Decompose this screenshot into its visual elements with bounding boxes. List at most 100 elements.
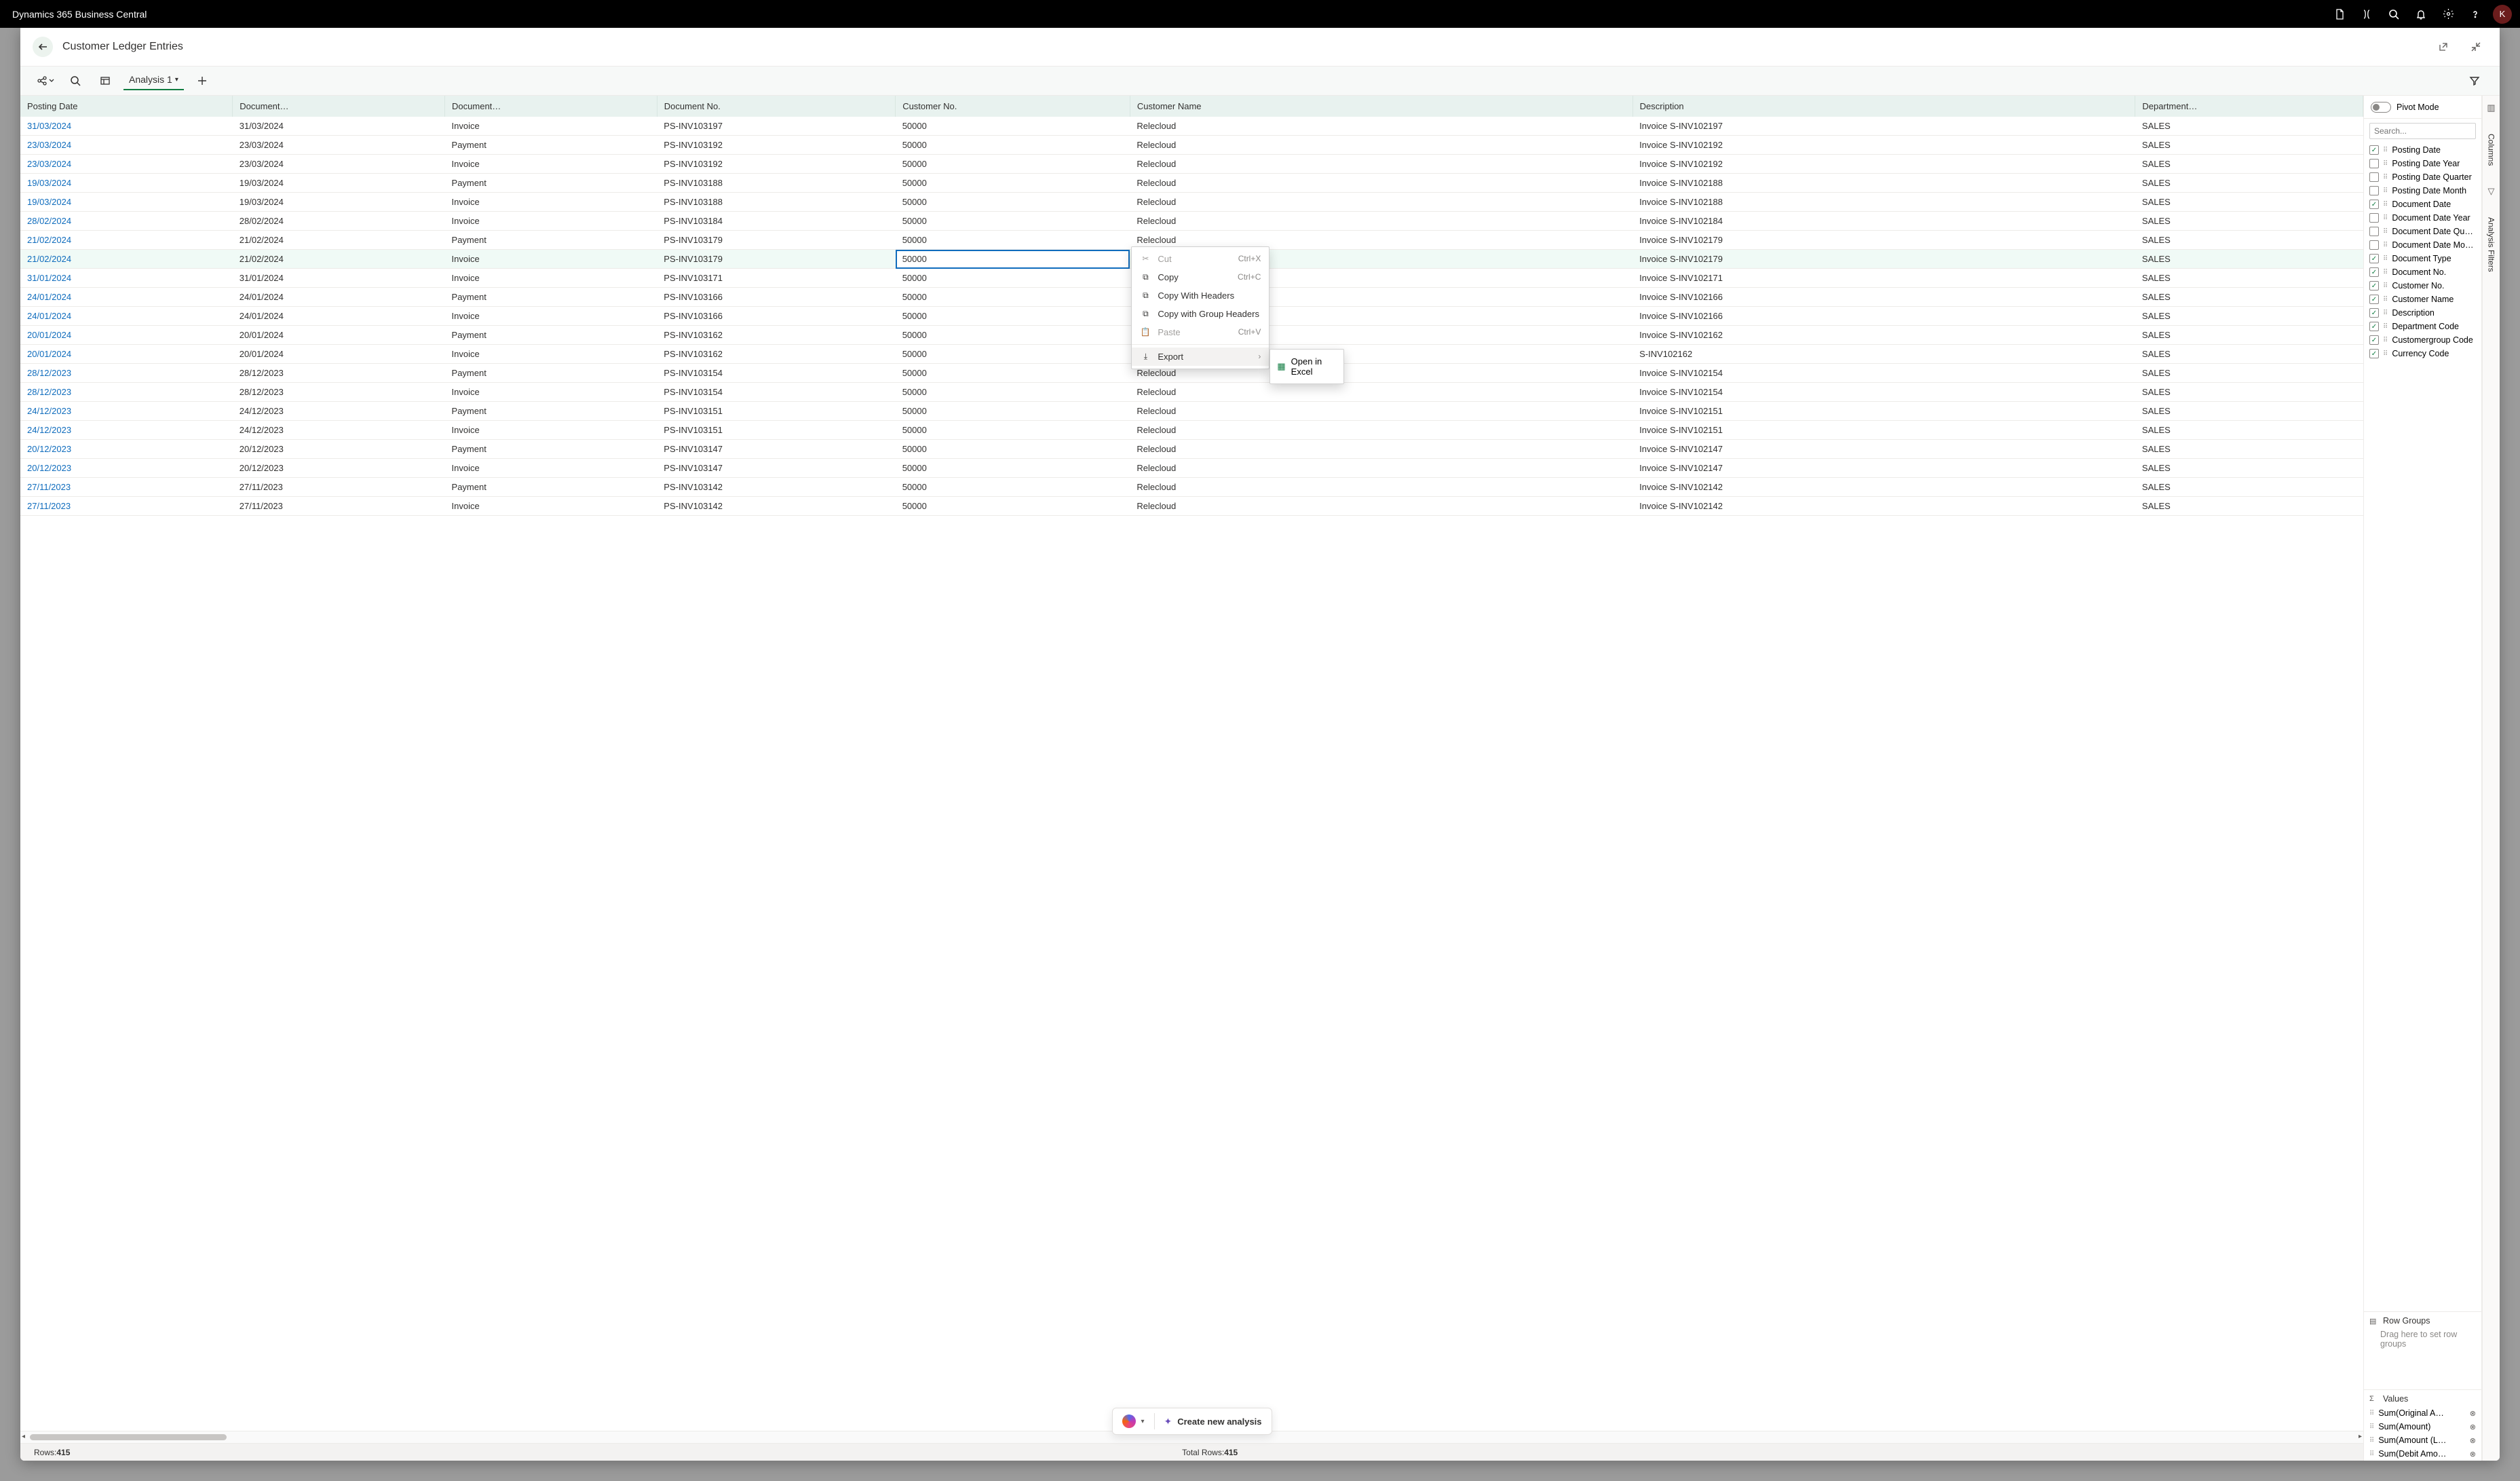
field-item[interactable]: ⠿ Posting Date: [2368, 143, 2477, 157]
cell[interactable]: Invoice S-INV102147: [1633, 459, 2135, 478]
cell[interactable]: Invoice S-INV102151: [1633, 402, 2135, 421]
remove-icon[interactable]: ⊗: [2470, 1423, 2476, 1431]
share-icon[interactable]: [34, 69, 57, 92]
cell[interactable]: SALES: [2135, 212, 2363, 231]
cell[interactable]: Payment: [445, 402, 657, 421]
ctx-copy-with-headers[interactable]: ⧉ Copy With Headers: [1132, 286, 1269, 305]
copilot-button[interactable]: ▾: [1112, 1408, 1153, 1434]
cell[interactable]: PS-INV103142: [657, 497, 895, 516]
column-header[interactable]: Customer No.: [896, 96, 1130, 117]
field-checkbox[interactable]: [2369, 254, 2379, 263]
cell[interactable]: Invoice: [445, 155, 657, 174]
doc-icon[interactable]: [2326, 1, 2353, 28]
cell[interactable]: Invoice S-INV102184: [1633, 212, 2135, 231]
field-item[interactable]: ⠿ Document No.: [2368, 265, 2477, 279]
table-row[interactable]: 24/12/202324/12/2023InvoicePS-INV1031515…: [20, 421, 2363, 440]
cell[interactable]: PS-INV103171: [657, 269, 895, 288]
cell[interactable]: 50000: [896, 497, 1130, 516]
cell[interactable]: Invoice S-INV102166: [1633, 307, 2135, 326]
cell[interactable]: PS-INV103154: [657, 383, 895, 402]
cell[interactable]: 24/12/2023: [233, 402, 445, 421]
cell[interactable]: Invoice: [445, 345, 657, 364]
cell[interactable]: Payment: [445, 288, 657, 307]
cell[interactable]: 23/03/2024: [20, 136, 233, 155]
field-item[interactable]: ⠿ Customergroup Code: [2368, 333, 2477, 347]
table-row[interactable]: 27/11/202327/11/2023PaymentPS-INV1031425…: [20, 478, 2363, 497]
cell[interactable]: SALES: [2135, 478, 2363, 497]
table-row[interactable]: 28/12/202328/12/2023InvoicePS-INV1031545…: [20, 383, 2363, 402]
create-new-analysis-button[interactable]: ✦ Create new analysis: [1155, 1408, 1272, 1434]
field-item[interactable]: ⠿ Posting Date Year: [2368, 157, 2477, 170]
cell[interactable]: 28/02/2024: [233, 212, 445, 231]
field-checkbox[interactable]: [2369, 145, 2379, 155]
cell[interactable]: SALES: [2135, 345, 2363, 364]
field-item[interactable]: ⠿ Department Code: [2368, 320, 2477, 333]
cell[interactable]: Invoice: [445, 117, 657, 136]
cell[interactable]: Payment: [445, 174, 657, 193]
field-checkbox[interactable]: [2369, 227, 2379, 236]
cell[interactable]: Invoice S-INV102154: [1633, 364, 2135, 383]
field-checkbox[interactable]: [2369, 267, 2379, 277]
field-checkbox[interactable]: [2369, 322, 2379, 331]
drag-handle-icon[interactable]: ⠿: [2383, 337, 2388, 344]
cell[interactable]: 50000: [896, 155, 1130, 174]
cell[interactable]: Relecloud: [1130, 155, 1633, 174]
drag-handle-icon[interactable]: ⠿: [2383, 350, 2388, 358]
cell[interactable]: 50000: [896, 440, 1130, 459]
cell[interactable]: 24/01/2024: [20, 307, 233, 326]
cell[interactable]: 50000: [896, 174, 1130, 193]
cell[interactable]: 19/03/2024: [20, 193, 233, 212]
cell[interactable]: 24/12/2023: [233, 421, 445, 440]
field-item[interactable]: ⠿ Posting Date Quarter: [2368, 170, 2477, 184]
column-header[interactable]: Department…: [2135, 96, 2363, 117]
cell[interactable]: SALES: [2135, 231, 2363, 250]
help-icon[interactable]: [2462, 1, 2489, 28]
cell[interactable]: 50000: [896, 459, 1130, 478]
cell[interactable]: 21/02/2024: [20, 231, 233, 250]
analysis-tab[interactable]: Analysis 1 ▾: [123, 71, 184, 90]
cell[interactable]: 50000: [896, 212, 1130, 231]
cell[interactable]: 27/11/2023: [233, 478, 445, 497]
remove-icon[interactable]: ⊗: [2470, 1436, 2476, 1445]
cell[interactable]: PS-INV103188: [657, 174, 895, 193]
column-header[interactable]: Description: [1633, 96, 2135, 117]
cell[interactable]: 28/12/2023: [20, 364, 233, 383]
copilot-icon[interactable]: [2353, 1, 2380, 28]
cell[interactable]: PS-INV103151: [657, 402, 895, 421]
cell[interactable]: 20/12/2023: [233, 459, 445, 478]
cell[interactable]: 50000: [896, 402, 1130, 421]
cell[interactable]: 50000: [896, 307, 1130, 326]
popout-icon[interactable]: [2432, 35, 2455, 58]
column-header[interactable]: Document No.: [657, 96, 895, 117]
cell[interactable]: PS-INV103162: [657, 345, 895, 364]
cell[interactable]: Invoice S-INV102179: [1633, 250, 2135, 269]
add-analysis-button[interactable]: [191, 69, 214, 92]
cell[interactable]: SALES: [2135, 193, 2363, 212]
cell[interactable]: 28/12/2023: [20, 383, 233, 402]
zoom-icon[interactable]: [64, 69, 87, 92]
column-header[interactable]: Document…: [445, 96, 657, 117]
cell[interactable]: 20/01/2024: [20, 326, 233, 345]
cell[interactable]: 50000: [896, 288, 1130, 307]
cell[interactable]: Payment: [445, 478, 657, 497]
cell[interactable]: Invoice S-INV102166: [1633, 288, 2135, 307]
cell[interactable]: Relecloud: [1130, 459, 1633, 478]
cell[interactable]: SALES: [2135, 174, 2363, 193]
drag-handle-icon[interactable]: ⠿: [2383, 323, 2388, 331]
cell[interactable]: PS-INV103184: [657, 212, 895, 231]
cell[interactable]: 19/03/2024: [233, 193, 445, 212]
cell[interactable]: SALES: [2135, 269, 2363, 288]
field-item[interactable]: ⠿ Description: [2368, 306, 2477, 320]
cell[interactable]: SALES: [2135, 136, 2363, 155]
cell[interactable]: Invoice S-INV102179: [1633, 231, 2135, 250]
ctx-copy[interactable]: ⧉ Copy Ctrl+C: [1132, 268, 1269, 286]
column-header[interactable]: Customer Name: [1130, 96, 1633, 117]
field-item[interactable]: ⠿ Document Date Month: [2368, 238, 2477, 252]
value-item[interactable]: ⠿ Sum(Original A… ⊗: [2364, 1406, 2481, 1420]
cell[interactable]: 20/01/2024: [233, 326, 445, 345]
field-checkbox[interactable]: [2369, 213, 2379, 223]
field-checkbox[interactable]: [2369, 349, 2379, 358]
cell[interactable]: 50000: [896, 326, 1130, 345]
drag-handle-icon[interactable]: ⠿: [2383, 310, 2388, 317]
table-row[interactable]: 19/03/202419/03/2024PaymentPS-INV1031885…: [20, 174, 2363, 193]
